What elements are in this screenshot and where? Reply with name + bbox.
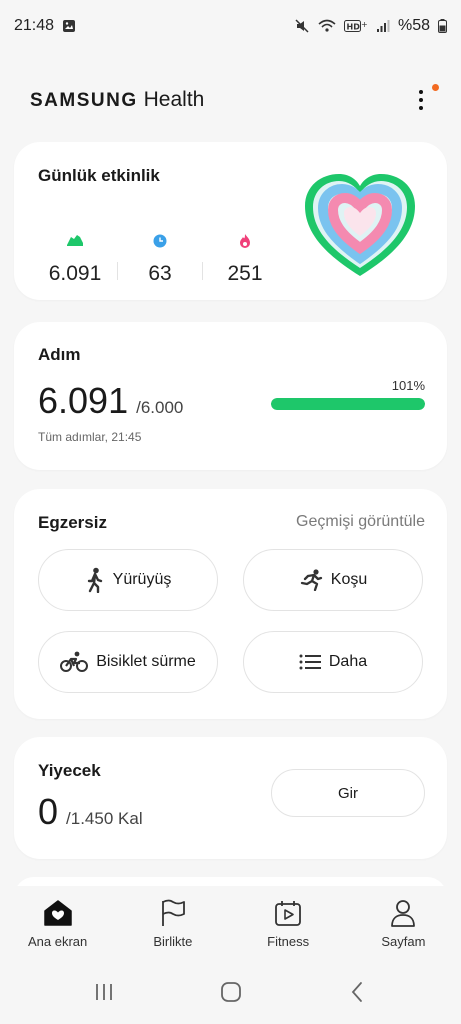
food-goal: /1.450 Kal xyxy=(66,809,143,828)
home-button[interactable] xyxy=(220,981,242,1008)
steps-progress-bar xyxy=(271,398,425,410)
status-time: 21:48 xyxy=(14,17,55,34)
food-title: Yiyecek xyxy=(38,761,101,780)
flag-icon xyxy=(160,898,186,928)
battery-percent: %58 xyxy=(397,17,430,34)
brand-health: Health xyxy=(143,88,205,111)
activity-metrics: 6.091 63 251 xyxy=(38,230,282,286)
mute-icon xyxy=(294,18,310,34)
home-heart-icon xyxy=(43,898,73,928)
walking-label: Yürüyüş xyxy=(112,571,172,588)
more-exercises-button[interactable]: Daha xyxy=(243,631,423,693)
activity-steps: 6.091 xyxy=(38,230,112,286)
nav-fitness[interactable]: Fitness xyxy=(238,898,338,949)
system-navigation-bar xyxy=(0,964,461,1024)
nav-mypage[interactable]: Sayfam xyxy=(353,898,453,949)
steps-progress-fill xyxy=(271,398,425,410)
activity-heart-rings xyxy=(301,172,419,282)
app-logo: SAMSUNG Health xyxy=(30,88,204,112)
steps-percent: 101% xyxy=(391,378,425,393)
shoe-icon xyxy=(65,230,85,252)
food-enter-button[interactable]: Gir xyxy=(271,769,425,817)
nav-home[interactable]: Ana ekran xyxy=(8,898,108,949)
more-exercises-label: Daha xyxy=(328,653,368,670)
app-header: SAMSUNG Health xyxy=(0,78,461,122)
back-button[interactable] xyxy=(347,981,369,1008)
activity-steps-value: 6.091 xyxy=(48,262,102,285)
food-card[interactable]: Yiyecek 0 /1.450 Kal Gir xyxy=(14,737,447,859)
activity-calories-value: 251 xyxy=(227,262,263,285)
brand-samsung: SAMSUNG xyxy=(30,90,138,111)
exercise-title: Egzersiz xyxy=(38,513,107,532)
steps-title: Adım xyxy=(38,345,81,364)
battery-icon xyxy=(438,19,447,33)
view-history-link[interactable]: Geçmişi görüntüle xyxy=(296,513,425,531)
steps-note: Tüm adımlar, 21:45 xyxy=(38,430,142,444)
gallery-icon xyxy=(62,19,76,33)
svg-text:+: + xyxy=(361,20,368,29)
cycling-button[interactable]: Bisiklet sürme xyxy=(38,631,218,693)
walking-button[interactable]: Yürüyüş xyxy=(38,549,218,611)
signal-icon xyxy=(376,19,390,33)
nav-mypage-label: Sayfam xyxy=(381,934,426,949)
notification-dot xyxy=(432,84,439,91)
exercise-card: Egzersiz Geçmişi görüntüle Yürüyüş Koşu … xyxy=(14,489,447,719)
daily-activity-card[interactable]: Günlük etkinlik 6.091 63 251 xyxy=(14,142,447,300)
steps-value: 6.091 xyxy=(38,380,129,421)
daily-activity-title: Günlük etkinlik xyxy=(38,166,160,185)
hd-voice-icon: HD + xyxy=(343,19,368,33)
food-value: 0 xyxy=(38,791,59,832)
running-person-icon xyxy=(299,569,323,591)
nav-together[interactable]: Birlikte xyxy=(123,898,223,949)
more-options-button[interactable] xyxy=(411,82,439,118)
activity-minutes: 63 xyxy=(123,230,197,286)
steps-card[interactable]: Adım 6.091 /6.000 Tüm adımlar, 21:45 101… xyxy=(14,322,447,470)
nav-fitness-label: Fitness xyxy=(267,934,310,949)
activity-minutes-value: 63 xyxy=(148,262,172,285)
food-value-row: 0 /1.450 Kal xyxy=(38,791,143,833)
nav-together-label: Birlikte xyxy=(153,934,193,949)
wifi-icon xyxy=(318,19,336,33)
clock-icon xyxy=(153,230,167,252)
running-button[interactable]: Koşu xyxy=(243,549,423,611)
recent-apps-button[interactable] xyxy=(93,981,115,1008)
steps-goal: /6.000 xyxy=(136,398,184,417)
steps-value-row: 6.091 /6.000 xyxy=(38,380,183,422)
fitness-play-icon xyxy=(274,898,302,928)
flame-icon xyxy=(239,230,251,252)
activity-calories: 251 xyxy=(208,230,282,286)
divider xyxy=(202,262,203,280)
status-bar: 21:48 HD + %58 xyxy=(0,0,461,52)
svg-text:HD: HD xyxy=(346,23,360,32)
walking-person-icon xyxy=(85,567,105,593)
person-icon xyxy=(390,898,416,928)
running-label: Koşu xyxy=(330,571,368,588)
nav-home-label: Ana ekran xyxy=(27,934,88,949)
bottom-navigation: Ana ekran Birlikte Fitness Sayfam xyxy=(0,886,461,964)
divider xyxy=(117,262,118,280)
cyclist-icon xyxy=(60,651,89,673)
list-icon xyxy=(299,654,321,670)
cycling-label: Bisiklet sürme xyxy=(96,653,196,670)
